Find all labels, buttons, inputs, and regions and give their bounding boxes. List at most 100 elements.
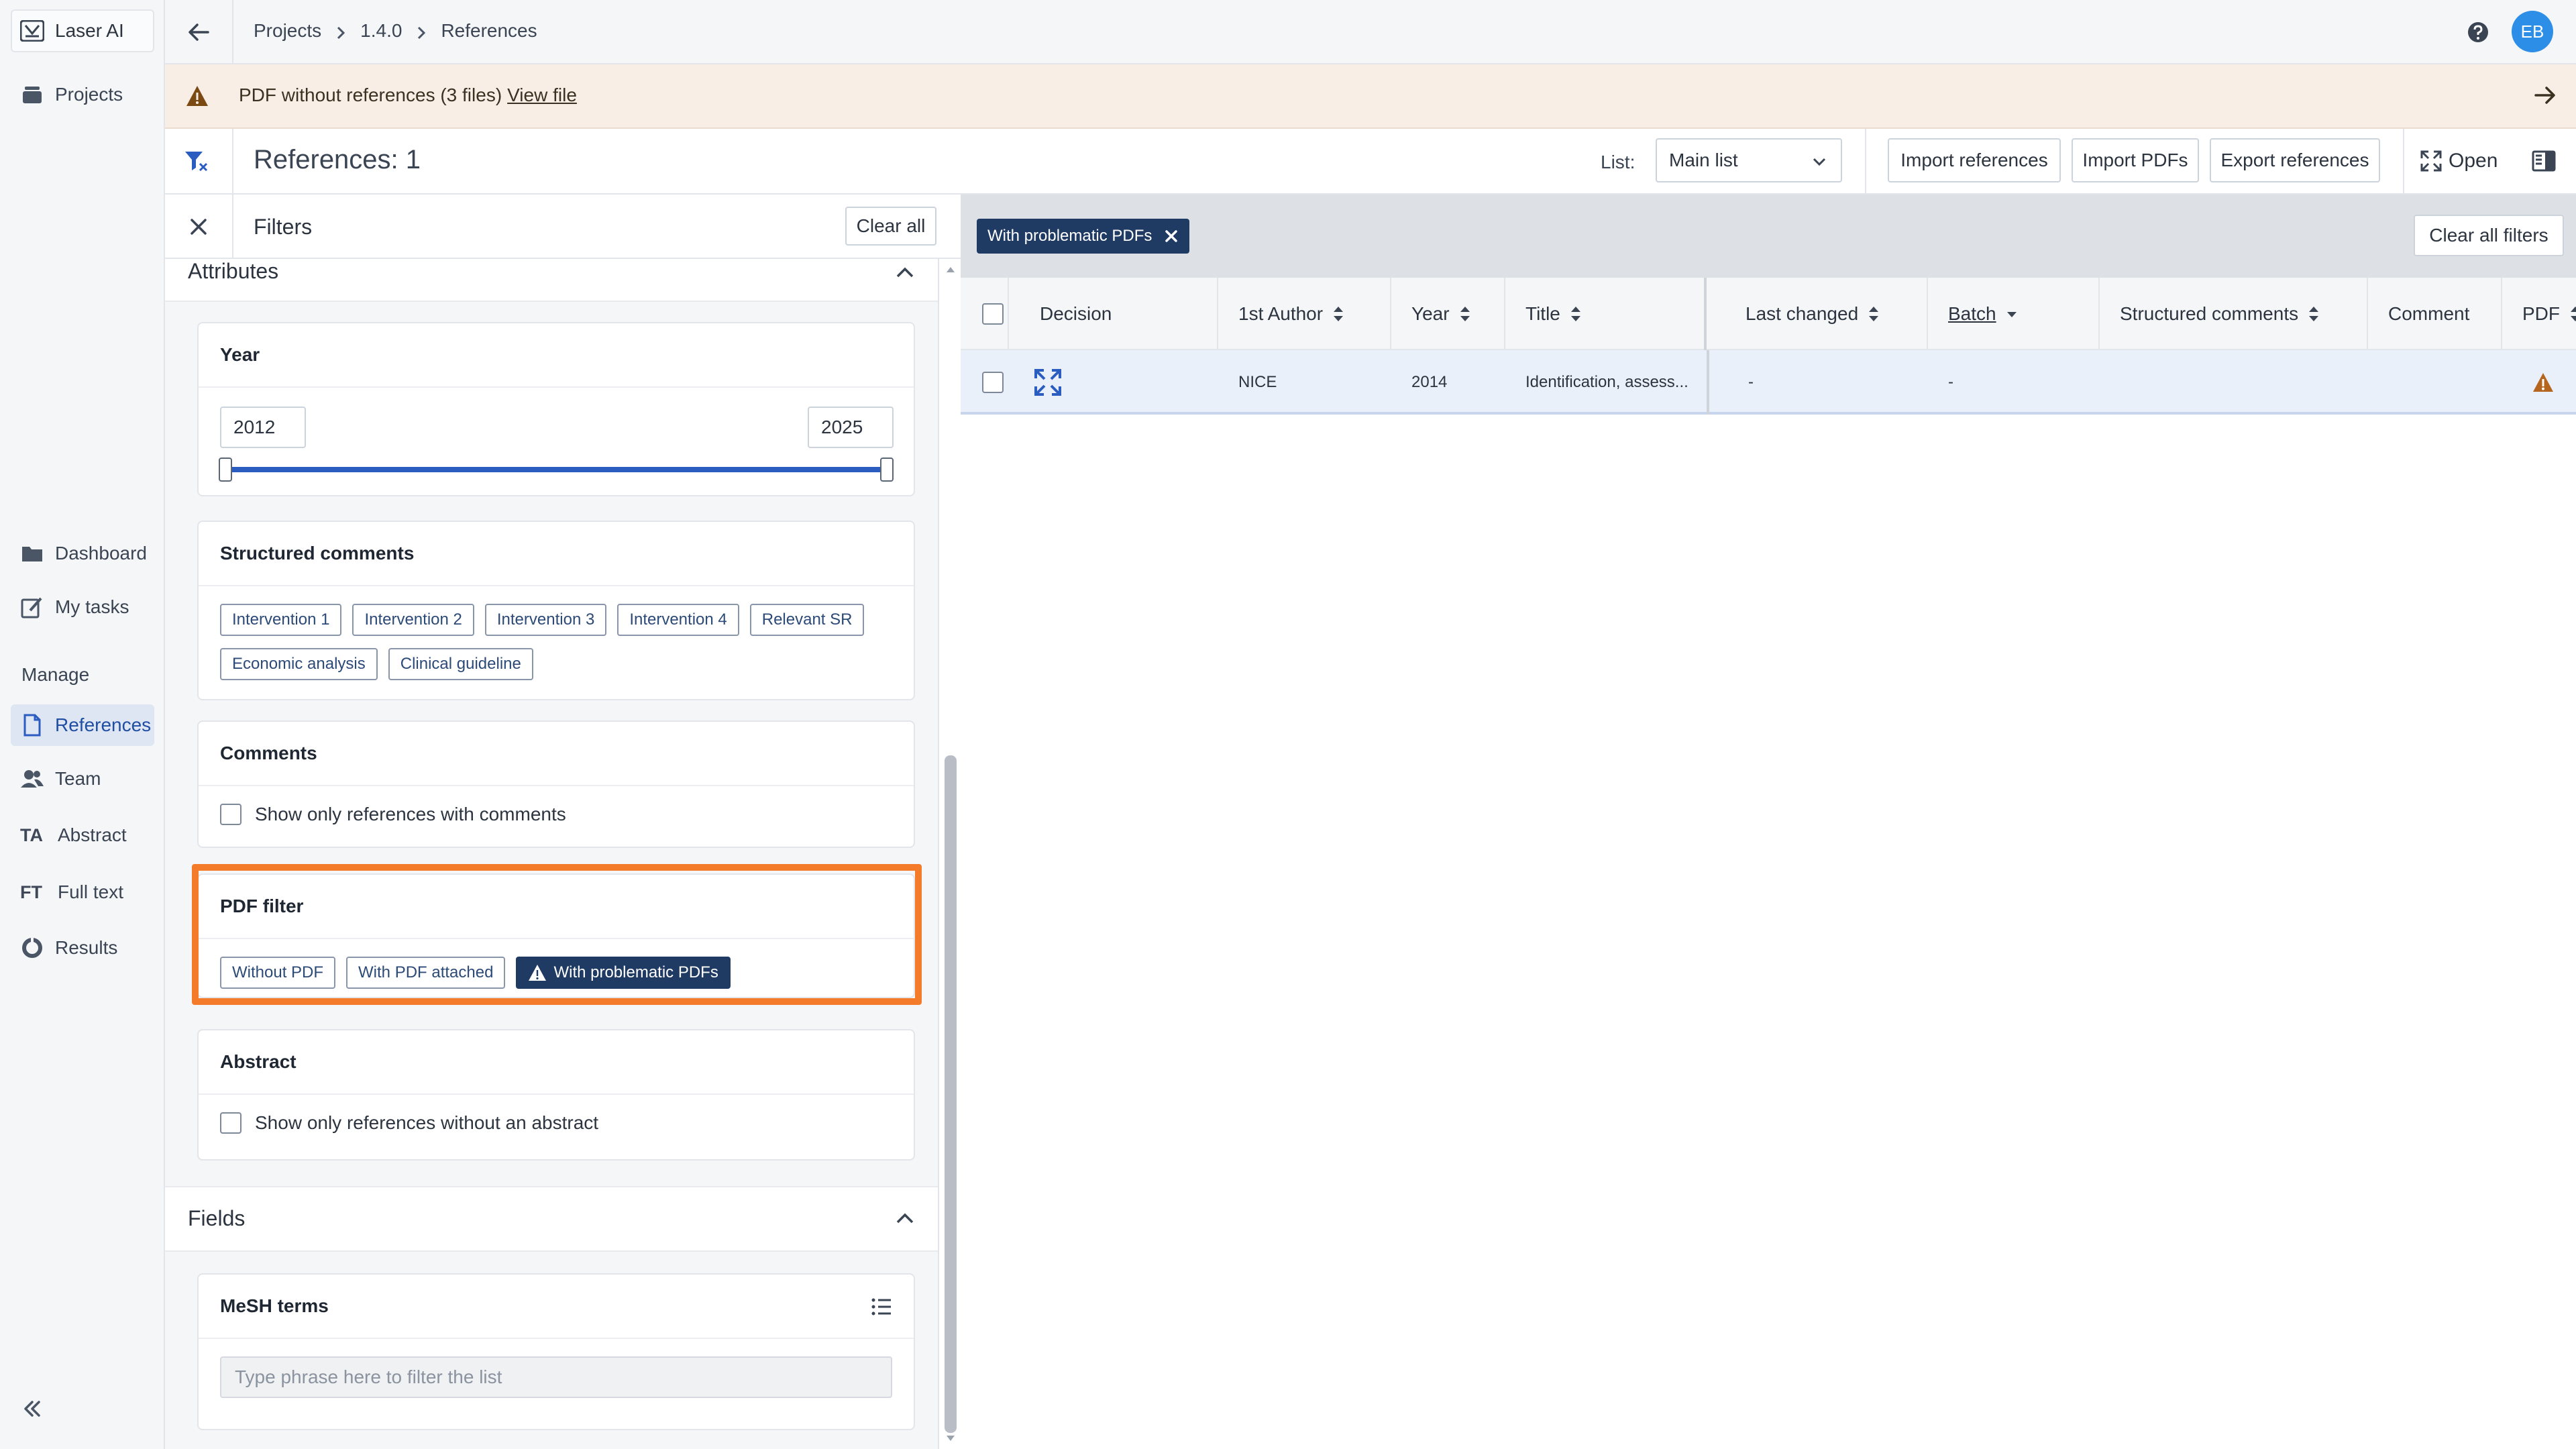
- select-all-checkbox[interactable]: [982, 303, 1004, 325]
- banner-message: PDF without references (3 files) View fil…: [239, 85, 577, 106]
- sort-icon[interactable]: [1868, 305, 1880, 323]
- sidebar-item-results[interactable]: Results: [11, 927, 154, 969]
- help-icon[interactable]: [2466, 20, 2490, 44]
- column-label: Decision: [1040, 303, 1112, 324]
- divider: [232, 195, 233, 259]
- references-count: References: 1: [254, 145, 421, 174]
- column-title[interactable]: Title: [1505, 278, 1707, 350]
- back-arrow-icon[interactable]: [185, 19, 212, 46]
- column-structured-comments[interactable]: Structured comments: [2100, 278, 2368, 350]
- warning-icon[interactable]: [2532, 372, 2555, 393]
- column-comment[interactable]: Comment: [2368, 278, 2502, 350]
- tag-intervention-4[interactable]: Intervention 4: [617, 604, 739, 636]
- structured-comments-card: Structured comments Intervention 1 Inter…: [197, 521, 915, 700]
- comments-checkbox-row[interactable]: Show only references with comments: [220, 804, 892, 825]
- year-min-handle[interactable]: [219, 458, 232, 482]
- filter-icon[interactable]: [182, 148, 209, 174]
- pdf-option-problematic-pdfs[interactable]: With problematic PDFs: [516, 957, 731, 989]
- sort-desc-icon[interactable]: [2006, 305, 2018, 323]
- cell-title[interactable]: Identification, assess...: [1505, 350, 1688, 415]
- attributes-section-header[interactable]: Attributes: [165, 259, 938, 302]
- year-range-slider[interactable]: [225, 467, 894, 472]
- select-all-cell: [961, 278, 1009, 350]
- mesh-search-input[interactable]: Type phrase here to filter the list: [220, 1356, 892, 1398]
- expand-decision-icon[interactable]: [1033, 368, 1063, 397]
- sidebar-item-team[interactable]: Team: [11, 758, 154, 800]
- attributes-label: Attributes: [188, 259, 279, 283]
- clear-all-button[interactable]: Clear all: [845, 207, 936, 246]
- breadcrumb: Projects 1.4.0 References: [254, 20, 537, 42]
- column-decision[interactable]: Decision: [1009, 278, 1218, 350]
- list-icon[interactable]: [869, 1295, 894, 1319]
- row-checkbox[interactable]: [982, 372, 1004, 393]
- chevron-right-icon: [414, 23, 429, 40]
- sidebar-item-label: Team: [55, 768, 101, 789]
- active-filter-chip[interactable]: With problematic PDFs: [977, 219, 1190, 254]
- tag-clinical-guideline[interactable]: Clinical guideline: [388, 648, 533, 680]
- sort-icon[interactable]: [2569, 305, 2576, 323]
- structured-comments-tags: Intervention 1 Intervention 2 Interventi…: [220, 604, 892, 680]
- tag-intervention-1[interactable]: Intervention 1: [220, 604, 342, 636]
- top-bar: Projects 1.4.0 References EB: [165, 0, 2576, 64]
- list-select[interactable]: Main list: [1656, 138, 1842, 182]
- column-first-author[interactable]: 1st Author: [1218, 278, 1391, 350]
- references-main: With problematic PDFs Clear all filters …: [961, 195, 2576, 1449]
- decision-cell[interactable]: [1033, 350, 1063, 415]
- filters-header: Filters Clear all: [165, 195, 961, 259]
- sidebar-item-abstract[interactable]: TA Abstract: [11, 814, 154, 856]
- collapse-sidebar-icon[interactable]: [20, 1397, 44, 1421]
- table-row[interactable]: NICE 2014 Identification, assess... - -: [961, 350, 2576, 415]
- panel-layout-icon[interactable]: [2530, 148, 2557, 174]
- sidebar-item-label: Dashboard: [55, 543, 147, 564]
- sort-icon[interactable]: [1570, 305, 1582, 323]
- tag-economic-analysis[interactable]: Economic analysis: [220, 648, 378, 680]
- year-max-handle[interactable]: [880, 458, 894, 482]
- breadcrumb-version[interactable]: 1.4.0: [360, 20, 402, 42]
- scrollbar-thumb[interactable]: [945, 755, 957, 1433]
- comments-checkbox[interactable]: [220, 804, 241, 825]
- close-icon[interactable]: [188, 216, 209, 237]
- column-label: Last changed: [1746, 303, 1859, 324]
- column-year[interactable]: Year: [1391, 278, 1505, 350]
- tag-relevant-sr[interactable]: Relevant SR: [749, 604, 865, 636]
- year-min-input[interactable]: 2012: [220, 407, 306, 448]
- sort-icon[interactable]: [2308, 305, 2320, 323]
- sidebar-item-references[interactable]: References: [11, 704, 154, 746]
- view-file-link[interactable]: View file: [507, 85, 577, 105]
- abstract-checkbox[interactable]: [220, 1112, 241, 1134]
- column-batch[interactable]: Batch: [1928, 278, 2100, 350]
- year-max-input[interactable]: 2025: [808, 407, 894, 448]
- import-references-button[interactable]: Import references: [1888, 138, 2061, 182]
- export-references-button[interactable]: Export references: [2210, 138, 2380, 182]
- scroll-down-icon[interactable]: [945, 1434, 956, 1442]
- sidebar-item-my-tasks[interactable]: My tasks: [11, 586, 154, 628]
- pdf-option-without-pdf[interactable]: Without PDF: [220, 957, 336, 989]
- sidebar-item-projects[interactable]: Projects: [11, 74, 154, 115]
- sidebar-item-full-text[interactable]: FT Full text: [11, 871, 154, 913]
- abstract-checkbox-row[interactable]: Show only references without an abstract: [220, 1112, 892, 1134]
- sort-icon[interactable]: [1459, 305, 1471, 323]
- filters-panel: Filters Clear all Attributes Year 2012 2…: [165, 195, 961, 1449]
- pdf-option-with-pdf-attached[interactable]: With PDF attached: [346, 957, 506, 989]
- sort-icon[interactable]: [1332, 305, 1344, 323]
- filters-scrollbar[interactable]: [938, 259, 961, 1449]
- import-pdfs-button[interactable]: Import PDFs: [2072, 138, 2199, 182]
- breadcrumb-projects[interactable]: Projects: [254, 20, 321, 42]
- open-button[interactable]: Open: [2419, 141, 2498, 181]
- column-label: Title: [1525, 303, 1560, 324]
- clear-all-filters-button[interactable]: Clear all filters: [2414, 215, 2564, 256]
- column-pdf[interactable]: PDF: [2502, 278, 2576, 350]
- arrow-right-icon[interactable]: [2532, 82, 2559, 109]
- tag-intervention-3[interactable]: Intervention 3: [484, 604, 607, 636]
- scroll-up-icon[interactable]: [945, 266, 956, 274]
- sidebar-item-dashboard[interactable]: Dashboard: [11, 533, 154, 574]
- user-avatar[interactable]: EB: [2512, 11, 2553, 52]
- cell-pdf[interactable]: [2502, 350, 2555, 415]
- app-logo[interactable]: Laser AI: [11, 9, 154, 52]
- column-last-changed[interactable]: Last changed: [1707, 278, 1928, 350]
- tag-intervention-2[interactable]: Intervention 2: [352, 604, 474, 636]
- list-select-value: Main list: [1669, 150, 1738, 170]
- divider: [232, 129, 233, 195]
- fields-section-header[interactable]: Fields: [165, 1186, 938, 1252]
- remove-chip-icon[interactable]: [1164, 229, 1179, 244]
